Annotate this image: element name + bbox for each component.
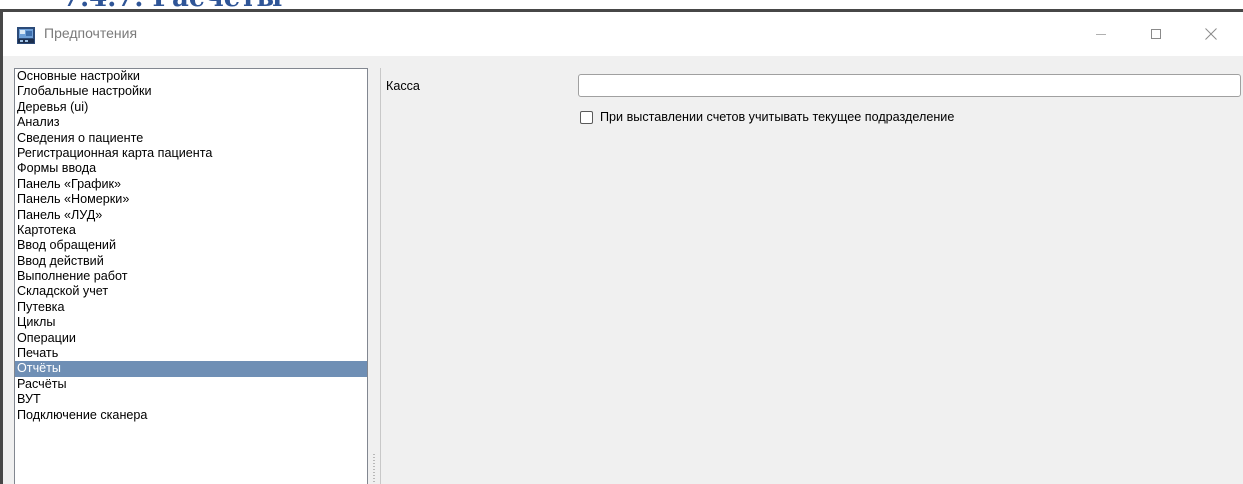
sidebar-item[interactable]: Расчёты <box>15 377 367 392</box>
preferences-window: Предпочтения Основные настройки Глобальны… <box>3 12 1243 484</box>
sidebar-item[interactable]: Картотека <box>15 223 367 238</box>
document-heading: 7.4.7. Расчеты <box>62 0 282 9</box>
sidebar-item[interactable]: Отчёты <box>15 361 367 377</box>
kassa-input[interactable] <box>578 74 1241 97</box>
document-heading-strip: 7.4.7. Расчеты <box>0 0 1243 9</box>
close-icon <box>1205 28 1217 40</box>
sidebar-item[interactable]: ВУТ <box>15 392 367 407</box>
close-button[interactable] <box>1189 12 1233 56</box>
sidebar-item[interactable]: Панель «Номерки» <box>15 192 367 207</box>
sidebar-item[interactable]: Ввод обращений <box>15 238 367 253</box>
settings-panel: Касса При выставлении счетов учитывать т… <box>380 68 1243 484</box>
sidebar-item[interactable]: Ввод действий <box>15 254 367 269</box>
current-department-checkbox[interactable] <box>580 110 593 124</box>
title-bar[interactable]: Предпочтения <box>3 12 1243 56</box>
current-department-checkbox-row[interactable]: При выставлении счетов учитывать текущее… <box>580 110 954 124</box>
sidebar-item[interactable]: Складской учет <box>15 284 367 299</box>
sidebar-item[interactable]: Печать <box>15 346 367 361</box>
sidebar-item[interactable]: Регистрационная карта пациента <box>15 146 367 161</box>
sidebar-item[interactable]: Операции <box>15 331 367 346</box>
sidebar-item[interactable]: Анализ <box>15 115 367 130</box>
preferences-category-list[interactable]: Основные настройки Глобальные настройки Де… <box>14 68 368 484</box>
minimize-icon <box>1096 34 1106 35</box>
app-icon <box>17 27 35 44</box>
window-content: Основные настройки Глобальные настройки Де… <box>3 56 1243 484</box>
sidebar-item[interactable]: Сведения о пациенте <box>15 131 367 146</box>
sidebar-item[interactable]: Панель «ЛУД» <box>15 208 367 223</box>
maximize-button[interactable] <box>1134 12 1178 56</box>
kassa-label: Касса <box>386 79 420 93</box>
sidebar-item[interactable]: Циклы <box>15 315 367 330</box>
window-title: Предпочтения <box>44 25 138 41</box>
maximize-icon <box>1151 29 1161 39</box>
sidebar-item[interactable]: Панель «График» <box>15 177 367 192</box>
sidebar-item[interactable]: Глобальные настройки <box>15 84 367 99</box>
sidebar-item[interactable]: Путевка <box>15 300 367 315</box>
current-department-checkbox-label[interactable]: При выставлении счетов учитывать текущее… <box>600 110 954 124</box>
sidebar-item[interactable]: Выполнение работ <box>15 269 367 284</box>
sidebar-item[interactable]: Деревья (ui) <box>15 100 367 115</box>
sidebar-item[interactable]: Подключение сканера <box>15 408 367 423</box>
splitter-grip-icon[interactable] <box>373 454 375 484</box>
minimize-button[interactable] <box>1079 12 1123 56</box>
sidebar-item[interactable]: Формы ввода <box>15 161 367 176</box>
sidebar-item[interactable]: Основные настройки <box>15 69 367 84</box>
